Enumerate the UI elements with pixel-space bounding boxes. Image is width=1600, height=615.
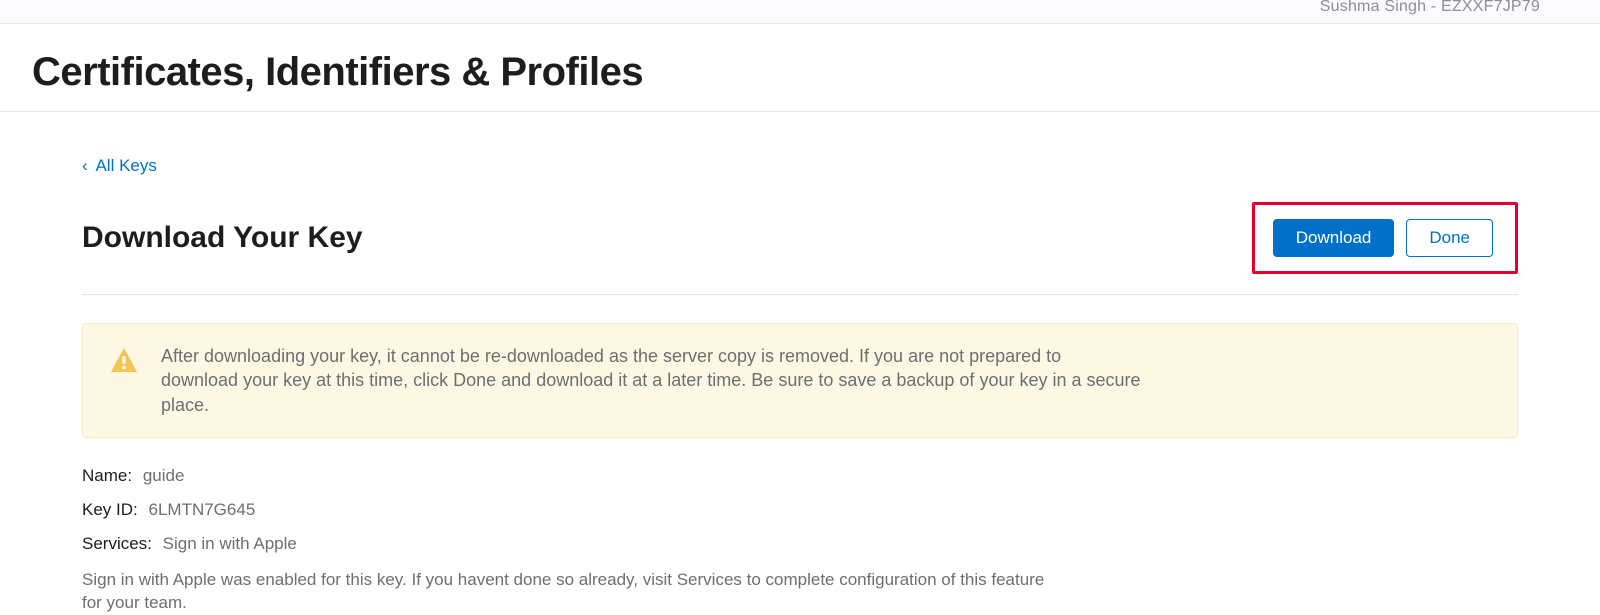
download-button[interactable]: Download <box>1273 219 1395 257</box>
content: ‹ All Keys Download Your Key Download Do… <box>0 112 1600 615</box>
key-details: Name guide Key ID 6LMTN7G645 Services Si… <box>82 466 1518 615</box>
detail-services: Services Sign in with Apple <box>82 534 1518 554</box>
detail-value: 6LMTN7G645 <box>149 500 256 519</box>
page-header: Certificates, Identifiers & Profiles <box>0 24 1600 112</box>
back-link[interactable]: ‹ All Keys <box>82 156 157 176</box>
top-strip: Sushma Singh - EZXXF7JP79 <box>0 0 1600 24</box>
detail-label: Services <box>82 534 152 553</box>
warning-icon <box>109 346 139 417</box>
done-button[interactable]: Done <box>1406 219 1493 257</box>
section-title: Download Your Key <box>82 221 363 255</box>
detail-name: Name guide <box>82 466 1518 486</box>
chevron-left-icon: ‹ <box>82 156 88 175</box>
warning-text: After downloading your key, it cannot be… <box>161 344 1141 417</box>
detail-value: Sign in with Apple <box>163 534 297 553</box>
warning-banner: After downloading your key, it cannot be… <box>82 323 1518 438</box>
detail-label: Name <box>82 466 132 485</box>
back-link-label: All Keys <box>95 156 156 175</box>
services-note: Sign in with Apple was enabled for this … <box>82 568 1062 615</box>
account-name: Sushma Singh - EZXXF7JP79 <box>1320 0 1540 16</box>
detail-value: guide <box>143 466 185 485</box>
detail-label: Key ID <box>82 500 138 519</box>
action-buttons: Download Done <box>1273 219 1493 257</box>
detail-key-id: Key ID 6LMTN7G645 <box>82 500 1518 520</box>
section-header-row: Download Your Key Download Done <box>82 202 1518 295</box>
action-highlight: Download Done <box>1252 202 1518 274</box>
page-title: Certificates, Identifiers & Profiles <box>32 50 1568 95</box>
